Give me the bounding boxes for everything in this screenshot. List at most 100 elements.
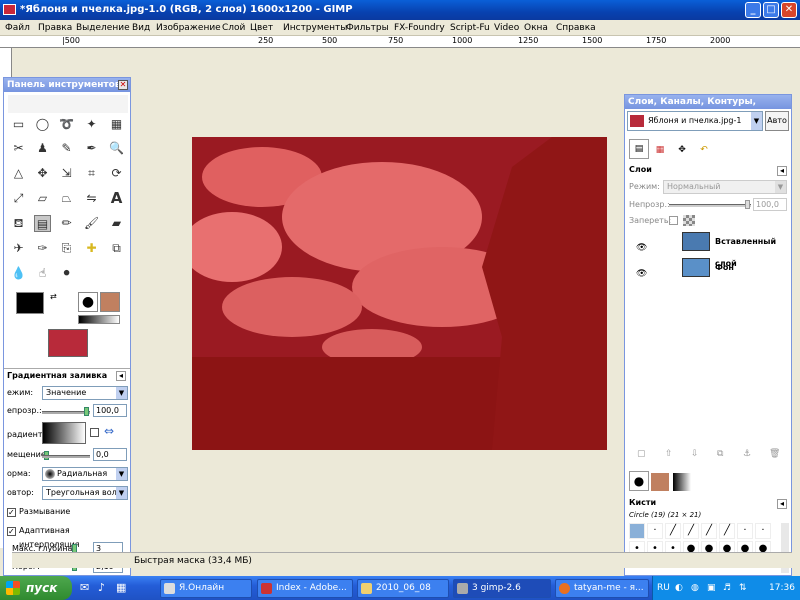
start-button[interactable]: пуск	[0, 576, 72, 600]
layer-row[interactable]: 👁 Фон	[627, 257, 787, 279]
language-indicator[interactable]: RU	[657, 576, 670, 600]
tab-layers[interactable]: ▤	[629, 139, 649, 159]
layers-menu-icon[interactable]: ◂	[777, 166, 787, 176]
layer-mode-select[interactable]: Нормальный ▼	[663, 180, 787, 194]
window-titlebar[interactable]: *Яблоня и пчелка.jpg-1.0 (RGB, 2 слоя) 1…	[0, 0, 800, 20]
brush-thumb[interactable]: ·	[737, 523, 753, 539]
menu-image[interactable]: Изображение	[156, 20, 221, 36]
task-button[interactable]: 2010_06_08	[357, 579, 449, 598]
network-icon[interactable]: ⇅	[739, 576, 747, 600]
delete-layer-icon[interactable]: 🗑	[769, 449, 780, 459]
swap-colors-icon[interactable]: ⇄	[50, 292, 57, 301]
gradient-preview-button[interactable]	[42, 422, 86, 444]
dock-titlebar[interactable]: Слои, Каналы, Контуры, Отмени...	[625, 95, 791, 121]
bucket-fill-icon[interactable]: ⛾	[10, 215, 27, 232]
opacity-slider[interactable]	[42, 411, 90, 414]
crop-icon[interactable]: ⌗	[83, 165, 100, 182]
perspective-icon[interactable]: ⏢	[58, 190, 75, 207]
menu-edit[interactable]: Правка	[38, 20, 72, 36]
eye-icon[interactable]: 👁	[636, 237, 647, 259]
brush-indicator-icon[interactable]: ●	[78, 292, 98, 312]
pencil-icon[interactable]: ✏	[58, 215, 75, 232]
maximize-button[interactable]: □	[763, 2, 779, 18]
brush-thumb[interactable]: ╱	[665, 523, 681, 539]
tray-icon[interactable]: ▣	[707, 576, 716, 600]
menu-tools[interactable]: Инструменты	[283, 20, 347, 36]
blend-tool-icon[interactable]: ▤	[34, 215, 51, 232]
flip-icon[interactable]: ⇋	[83, 190, 100, 207]
layer-row[interactable]: 👁 Вставленный слой	[627, 231, 787, 268]
reverse-checkbox[interactable]	[90, 428, 99, 437]
brush-thumb[interactable]	[629, 523, 645, 539]
menu-filters[interactable]: Фильтры	[346, 20, 389, 36]
offset-spinbox[interactable]: 0,0	[93, 448, 127, 461]
opacity-slider-thumb[interactable]	[84, 407, 89, 416]
toolbox-titlebar[interactable]: Панель инструментов ✕	[4, 78, 130, 92]
tab-patterns[interactable]	[651, 473, 669, 491]
gradient-indicator[interactable]	[78, 315, 120, 324]
anchor-icon[interactable]: ⚓	[743, 449, 751, 459]
clone-icon[interactable]: ⎘	[58, 240, 75, 257]
menu-help[interactable]: Справка	[556, 20, 596, 36]
options-menu-icon[interactable]: ◂	[116, 371, 126, 381]
rotate-icon[interactable]: ⟳	[108, 165, 125, 182]
brush-thumb[interactable]: ·	[647, 523, 663, 539]
adaptive-checkbox[interactable]: ✓	[7, 527, 16, 536]
menu-select[interactable]: Выделение	[76, 20, 130, 36]
align-icon[interactable]: ⇲	[58, 165, 75, 182]
task-button[interactable]: Index - Adobe...	[257, 579, 353, 598]
paintbrush-icon[interactable]: 🖌	[83, 215, 100, 232]
layer-opacity-thumb[interactable]	[745, 200, 750, 209]
menu-windows[interactable]: Окна	[524, 20, 548, 36]
eye-icon[interactable]: 👁	[636, 263, 647, 285]
scissors-icon[interactable]: ✂	[10, 140, 27, 157]
airbrush-icon[interactable]: ✈	[10, 240, 27, 257]
move-icon[interactable]: ✥	[34, 165, 51, 182]
repeat-select[interactable]: Треугольная волна ▼	[42, 486, 128, 500]
menu-color[interactable]: Цвет	[250, 20, 273, 36]
tab-channels[interactable]: ▦	[651, 141, 669, 159]
tab-brushes[interactable]: ●	[629, 471, 649, 491]
ink-icon[interactable]: ✑	[34, 240, 51, 257]
active-image-thumbnail[interactable]	[48, 329, 88, 357]
task-button[interactable]: 3 gimp-2.6	[453, 579, 551, 598]
opacity-spinbox[interactable]: 100,0	[93, 404, 127, 417]
magic-wand-icon[interactable]: ✦	[83, 116, 100, 133]
task-button[interactable]: tatyan-me - я...	[555, 579, 649, 598]
shape-select[interactable]: Радиальная ▼	[42, 467, 128, 481]
foreground-color-swatch[interactable]	[16, 292, 44, 314]
layer-opacity-slider[interactable]	[669, 204, 751, 207]
image-select[interactable]: Яблоня и пчелка.jpg-1 ▼	[627, 111, 763, 131]
ellipse-select-icon[interactable]: ◯	[34, 116, 51, 133]
new-layer-icon[interactable]: ▢	[637, 449, 646, 459]
duplicate-layer-icon[interactable]: ⧉	[717, 449, 723, 459]
raise-layer-icon[interactable]: ⇧	[665, 449, 673, 459]
menu-file[interactable]: Файл	[5, 20, 30, 36]
lasso-icon[interactable]: ➰	[58, 116, 75, 133]
volume-icon[interactable]: ♬	[723, 576, 731, 600]
clock[interactable]: 17:36	[769, 576, 795, 600]
tray-icon[interactable]: ◍	[691, 576, 699, 600]
scale-icon[interactable]: ⤢	[10, 190, 27, 207]
heal-icon[interactable]: ✚	[83, 240, 100, 257]
dither-checkbox[interactable]: ✓	[7, 508, 16, 517]
dodge-burn-icon[interactable]: ⚫	[58, 265, 75, 282]
close-button[interactable]: ✕	[781, 2, 797, 18]
brush-thumb[interactable]: ╱	[683, 523, 699, 539]
shear-icon[interactable]: ▱	[34, 190, 51, 207]
menu-video[interactable]: Video	[494, 20, 519, 36]
paths-icon[interactable]: ✎	[58, 140, 75, 157]
quicklaunch-icon[interactable]: ✉	[80, 581, 89, 594]
mode-select[interactable]: Значение ▼	[42, 386, 128, 400]
foreground-select-icon[interactable]: ♟	[34, 140, 51, 157]
brush-thumb[interactable]: ·	[755, 523, 771, 539]
menu-fx-foundry[interactable]: FX-Foundry	[394, 20, 445, 36]
quicklaunch-icon[interactable]: ♪	[98, 581, 105, 594]
eraser-icon[interactable]: ▰	[108, 215, 125, 232]
reverse-gradient-icon[interactable]: ⇔	[104, 424, 114, 438]
measure-icon[interactable]: △	[10, 165, 27, 182]
brushes-menu-icon[interactable]: ◂	[777, 499, 787, 509]
smudge-icon[interactable]: ☝	[34, 265, 51, 282]
lower-layer-icon[interactable]: ⇩	[691, 449, 699, 459]
lock-alpha-checkbox[interactable]	[669, 216, 678, 225]
